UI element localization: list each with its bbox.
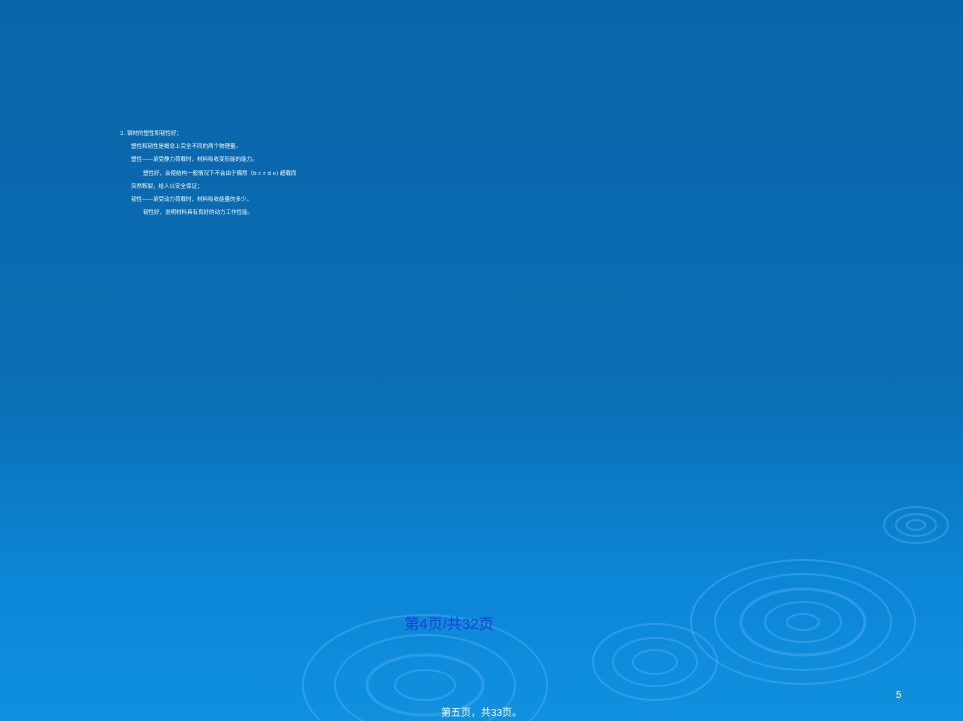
- slide: 2. 钢材的塑性和韧性好； 塑性和韧性是概念上完全不同的两个物理量。 塑性——承…: [0, 0, 963, 721]
- text-line: 塑性好，会使结构一般情况下不会由于偶然（b c r d e) 超载而: [143, 170, 297, 177]
- page-indicator: 第4页/共32页: [404, 616, 494, 633]
- slide-body-text: 2. 钢材的塑性和韧性好； 塑性和韧性是概念上完全不同的两个物理量。 塑性——承…: [120, 128, 540, 220]
- footer-text: 第五页，共33页。: [440, 708, 523, 719]
- ripple-middle: [592, 623, 718, 701]
- text-line: 2. 钢材的塑性和韧性好；: [120, 131, 182, 137]
- text-line: 塑性——承受静力荷载时，材料吸收变形能的能力。: [131, 157, 258, 164]
- text-line: 塑性和韧性是概念上完全不同的两个物理量。: [131, 144, 242, 151]
- slide-number: 5: [896, 690, 902, 701]
- ripple-small-right: [883, 506, 949, 544]
- text-line: 韧性——承受动力荷载时，材料吸收能量的多少。: [131, 197, 253, 204]
- text-line: 突然断裂，给人以安全保证；: [131, 183, 203, 190]
- text-line: 韧性好，说明材料具有良好的动力工作性能。: [143, 210, 254, 217]
